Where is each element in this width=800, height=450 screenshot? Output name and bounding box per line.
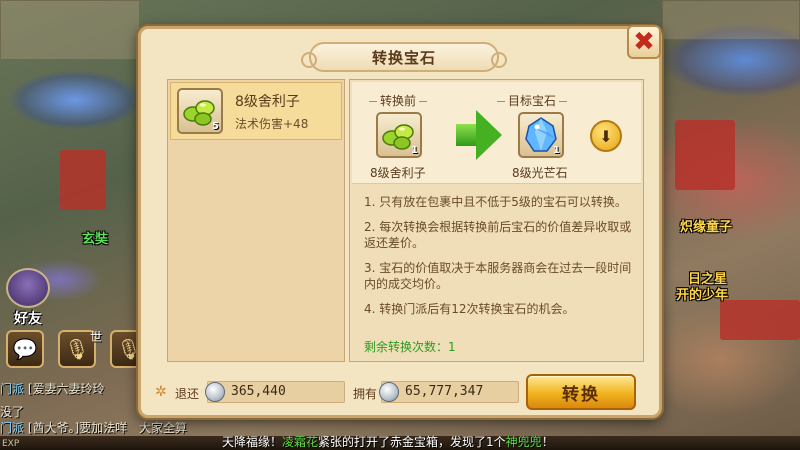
chat-text: 没了 bbox=[0, 405, 25, 419]
speech-bubble-icon: 💬 bbox=[12, 337, 38, 361]
before-gem-name: 8级舍利子 bbox=[370, 166, 426, 180]
convert-button-label: 转换 bbox=[562, 384, 600, 405]
background-red-npc bbox=[60, 150, 106, 210]
dialog-title-plate: 转换宝石 bbox=[301, 42, 507, 72]
chat-text: [爱妻六妻玲玲 bbox=[27, 382, 105, 396]
microphone-icon: 🎙 bbox=[64, 337, 90, 361]
convert-info-panel: 转换前 目标宝石 1 8级舍利子 1 8级光芒石 ⬇ 1. 只有放在包裹中且不低… bbox=[349, 79, 644, 362]
system-broadcast: 天降福缘！凌霜花紧张的打开了赤金宝箱，发现了1个神兜兜！ bbox=[222, 433, 554, 450]
star-icon: ✲ bbox=[155, 384, 167, 400]
broadcast-suffix: ！ bbox=[541, 435, 554, 449]
exp-label: EXP bbox=[2, 439, 20, 449]
target-gem-name: 8级光芒石 bbox=[512, 166, 568, 180]
chat-line: 没了 bbox=[0, 403, 24, 420]
gem-slot: 5 bbox=[177, 88, 223, 134]
green-right-arrow-head bbox=[476, 110, 502, 160]
before-gem-slot[interactable]: 1 bbox=[376, 112, 422, 158]
silver-coin-icon bbox=[205, 382, 225, 402]
background-rooftop bbox=[0, 0, 140, 60]
background-red-pavilion bbox=[675, 120, 735, 190]
close-icon: ✖ bbox=[633, 27, 655, 57]
npc-name-label[interactable]: 炽缘童子 bbox=[680, 216, 732, 235]
npc-name-label[interactable]: 开的少年 bbox=[676, 284, 728, 303]
convert-preview: 转换前 目标宝石 1 8级舍利子 1 8级光芒石 ⬇ bbox=[352, 82, 641, 184]
chat-button[interactable]: 💬 bbox=[6, 330, 44, 368]
close-button[interactable]: ✖ bbox=[627, 25, 661, 59]
world-channel-label: 世 bbox=[89, 330, 102, 344]
chat-channel-tag: 门派 bbox=[0, 421, 25, 435]
rule-item: 4. 转换门派后有12次转换宝石的机会。 bbox=[364, 302, 575, 316]
rule-item: 2. 每次转换会根据转换前后宝石的价值差异收取或返还差价。 bbox=[364, 220, 632, 250]
friends-label: 好友 bbox=[14, 311, 42, 327]
remaining-conversions: 剩余转换次数：1 bbox=[364, 340, 456, 354]
chat-line: 门派 [酋大爷。]要加法咩 大家全算 bbox=[0, 419, 187, 436]
gem-list-panel[interactable]: 5 8级舍利子 法术伤害+48 bbox=[167, 79, 345, 362]
world-voice-button[interactable]: 🎙 世 bbox=[58, 330, 102, 368]
before-gem-quantity: 1 bbox=[411, 145, 418, 156]
own-value: 65,777,347 bbox=[405, 384, 484, 399]
rule-item: 1. 只有放在包裹中且不低于5级的宝石可以转换。 bbox=[364, 195, 627, 209]
before-convert-heading: 转换前 bbox=[366, 92, 430, 109]
target-gem-slot[interactable]: 1 bbox=[518, 112, 564, 158]
chat-text: 大家全算 bbox=[139, 421, 188, 435]
target-gem-label: 目标宝石 bbox=[508, 94, 557, 108]
broadcast-player-name[interactable]: 凌霜花 bbox=[282, 435, 318, 449]
gem-item-name: 8级舍利子 bbox=[235, 94, 300, 110]
return-value: 365,440 bbox=[231, 384, 286, 399]
chat-line: 门派 [爱妻六妻玲玲 bbox=[0, 380, 105, 397]
dialog-title: 转换宝石 bbox=[371, 48, 436, 67]
background-red-carpet bbox=[720, 300, 800, 340]
target-gem-quantity: 1 bbox=[553, 145, 560, 156]
background-rooftop bbox=[662, 0, 800, 40]
friend-avatar-icon bbox=[6, 268, 50, 308]
friends-button[interactable]: 好友 bbox=[2, 268, 54, 330]
convert-rules: 1. 只有放在包裹中且不低于5级的宝石可以转换。 2. 每次转换会根据转换前后宝… bbox=[364, 194, 636, 326]
chat-channel-tag: 门派 bbox=[0, 382, 25, 396]
broadcast-item-link[interactable]: 神兜兜 bbox=[506, 435, 542, 449]
gem-quantity: 5 bbox=[212, 121, 219, 132]
gem-item-attribute: 法术伤害+48 bbox=[235, 117, 309, 131]
gem-convert-dialog: 转换宝石 ✖ 5 8级舍利子 法术伤害+48 转换前 目标宝石 1 8级舍利子 … bbox=[138, 25, 662, 418]
broadcast-text: 紧张的打开了赤金宝箱，发现了1个 bbox=[318, 435, 506, 449]
chevron-down-icon: ⬇ bbox=[599, 126, 613, 146]
gem-list-item[interactable]: 5 8级舍利子 法术伤害+48 bbox=[170, 82, 342, 140]
silver-coin-icon bbox=[379, 382, 399, 402]
npc-name-label[interactable]: 玄奘 bbox=[82, 228, 108, 247]
target-gem-heading: 目标宝石 bbox=[494, 92, 570, 109]
own-label: 拥有 bbox=[353, 387, 378, 401]
chat-text: [酋大爷。]要加法咩 bbox=[27, 421, 128, 435]
rule-item: 3. 宝石的价值取决于本服务器商会在过去一段时间内的成交均价。 bbox=[364, 261, 632, 291]
broadcast-prefix: 天降福缘！ bbox=[222, 435, 283, 449]
before-convert-label: 转换前 bbox=[380, 94, 417, 108]
green-right-arrow-icon bbox=[456, 124, 478, 146]
return-label: 退还 bbox=[175, 387, 200, 401]
convert-button[interactable]: 转换 bbox=[526, 374, 636, 410]
target-gem-dropdown-button[interactable]: ⬇ bbox=[590, 120, 622, 152]
